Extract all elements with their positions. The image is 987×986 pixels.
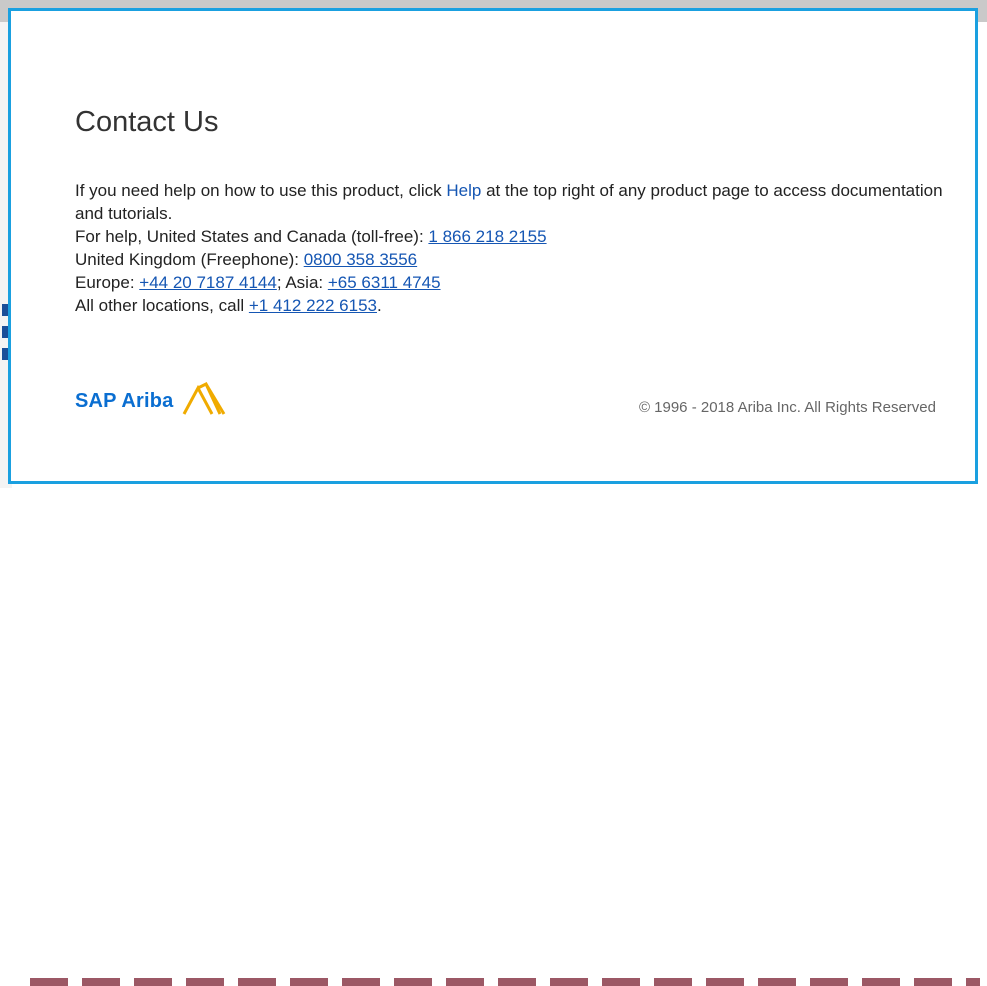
dialog-title: Contact Us [75,106,219,138]
ariba-logo-icon [182,381,228,421]
uk-phone-line: United Kingdom (Freephone): 0800 358 355… [75,248,955,271]
help-link[interactable]: Help [446,181,481,200]
background-page-bottom [0,488,987,986]
europe-asia-line: Europe: +44 20 7187 4144; Asia: +65 6311… [75,271,955,294]
sap-ariba-logo: SAP Ariba [75,381,228,421]
help-intro-text: If you need help on how to use this prod… [75,181,447,200]
uk-phone-link[interactable]: 0800 358 3556 [304,250,417,269]
europe-label: Europe: [75,273,140,292]
contact-us-dialog: Contact Us If you need help on how to us… [8,8,978,484]
other-label: All other locations, call [75,296,249,315]
contact-info: If you need help on how to use this prod… [75,179,955,317]
us-phone-line: For help, United States and Canada (toll… [75,225,955,248]
logo-text: SAP Ariba [75,389,174,412]
other-end: . [376,296,382,315]
asia-phone-link[interactable]: +65 6311 4745 [328,273,441,292]
asia-label: ; Asia: [276,273,328,292]
us-phone-link[interactable]: 1 866 218 2155 [428,227,546,246]
background-text-fragment [30,978,980,986]
help-paragraph: If you need help on how to use this prod… [75,179,955,225]
europe-phone-link[interactable]: +44 20 7187 4144 [139,273,277,292]
uk-label: United Kingdom (Freephone): [75,250,304,269]
us-label: For help, United States and Canada (toll… [75,227,429,246]
other-phone-line: All other locations, call +1 412 222 615… [75,294,955,317]
other-phone-link[interactable]: +1 412 222 6153 [249,296,377,315]
copyright-text: © 1996 - 2018 Ariba Inc. All Rights Rese… [638,399,936,416]
